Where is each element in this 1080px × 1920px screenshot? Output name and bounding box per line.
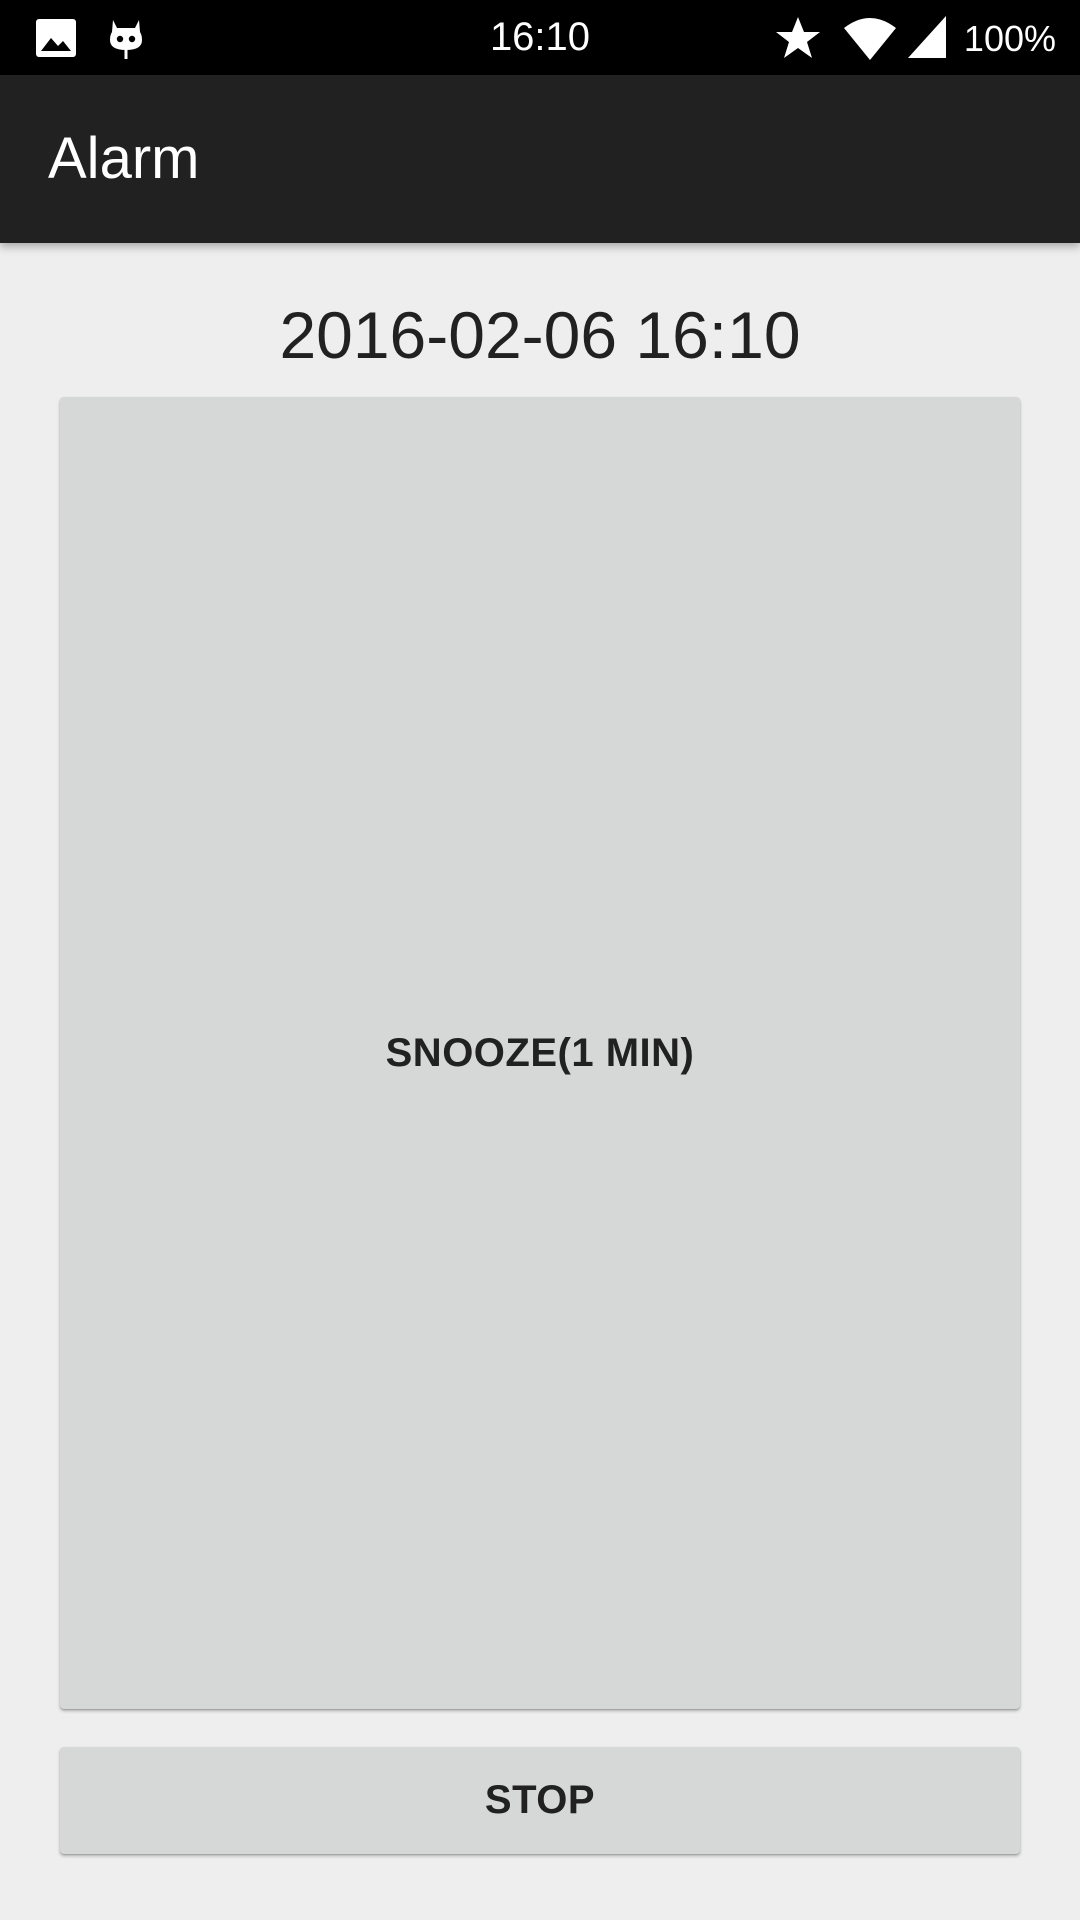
app-bar: Alarm [0,75,1080,243]
status-bar: 16:10 100% [0,0,1080,75]
stop-button-label: STOP [484,1778,596,1822]
app-title: Alarm [48,126,200,191]
battery-percent: 100% [963,18,1056,59]
wifi-icon [844,18,896,60]
alarm-datetime: 2016-02-06 16:10 [279,298,801,372]
star-icon [776,17,820,58]
snooze-button[interactable]: SNOOZE(1 MIN) [60,397,1020,1709]
cell-signal-icon [908,16,946,58]
snooze-button-label: SNOOZE(1 MIN) [385,1030,695,1075]
stop-button[interactable]: STOP [60,1747,1020,1854]
